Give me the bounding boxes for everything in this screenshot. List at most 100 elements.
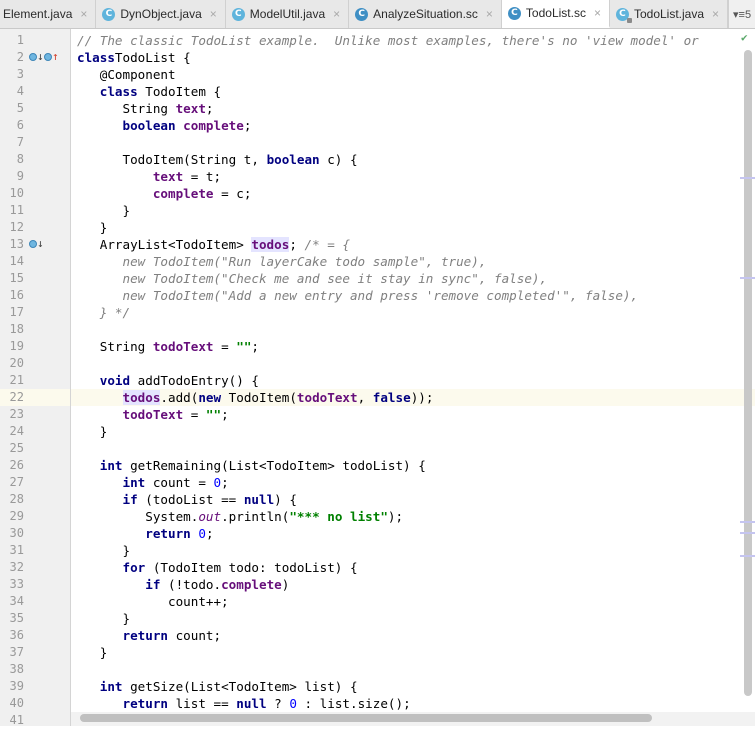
tab-element-java[interactable]: Element.java × bbox=[0, 0, 97, 28]
code-line[interactable]: new TodoItem("Run layerCake todo sample"… bbox=[77, 253, 486, 270]
line-number[interactable]: 19 bbox=[0, 338, 24, 355]
tab-dynobject-java[interactable]: C DynObject.java × bbox=[96, 0, 226, 28]
code-line[interactable]: if (todoList == null) { bbox=[77, 491, 297, 508]
line-number[interactable]: 8 bbox=[0, 151, 24, 168]
line-number[interactable]: 2 bbox=[0, 49, 24, 66]
close-icon[interactable]: × bbox=[333, 7, 340, 21]
line-number[interactable]: 25 bbox=[0, 440, 24, 457]
line-number[interactable]: 1 bbox=[0, 32, 24, 49]
vertical-scrollbar[interactable] bbox=[744, 50, 752, 696]
tab-todolist-java[interactable]: C TodoList.java × bbox=[610, 0, 729, 28]
line-number[interactable]: 35 bbox=[0, 610, 24, 627]
overridden-down-icon[interactable]: ↓ bbox=[29, 50, 44, 63]
code-line[interactable]: new TodoItem("Add a new entry and press … bbox=[77, 287, 638, 304]
line-number[interactable]: 9 bbox=[0, 168, 24, 185]
line-number[interactable]: 16 bbox=[0, 287, 24, 304]
code-line[interactable]: return count; bbox=[77, 627, 222, 644]
line-number[interactable]: 13 bbox=[0, 236, 24, 253]
error-stripe-marker[interactable] bbox=[740, 177, 755, 179]
code-line[interactable]: return 0; bbox=[77, 525, 213, 542]
code-line[interactable]: } */ bbox=[77, 304, 130, 321]
line-number[interactable]: 12 bbox=[0, 219, 24, 236]
code-line[interactable]: int count = 0; bbox=[77, 474, 229, 491]
code-line[interactable]: classTodoList { bbox=[77, 49, 191, 66]
line-number[interactable]: 32 bbox=[0, 559, 24, 576]
code-line[interactable]: } bbox=[77, 542, 130, 559]
line-number[interactable]: 39 bbox=[0, 678, 24, 695]
code-line[interactable]: } bbox=[77, 610, 130, 627]
line-number[interactable]: 5 bbox=[0, 100, 24, 117]
code-line[interactable]: complete = c; bbox=[77, 185, 252, 202]
tab-todolist-sc[interactable]: C TodoList.sc × bbox=[501, 0, 610, 28]
code-line[interactable]: String todoText = ""; bbox=[77, 338, 259, 355]
line-number[interactable]: 27 bbox=[0, 474, 24, 491]
code-line[interactable]: ArrayList<TodoItem> todos; /* = { bbox=[77, 236, 350, 253]
code-line[interactable]: @Component bbox=[77, 66, 176, 83]
tab-modelutil-java[interactable]: C ModelUtil.java × bbox=[226, 0, 350, 28]
line-number[interactable]: 38 bbox=[0, 661, 24, 678]
line-number[interactable]: 18 bbox=[0, 321, 24, 338]
line-number[interactable]: 37 bbox=[0, 644, 24, 661]
code-line[interactable]: } bbox=[77, 219, 108, 236]
line-number[interactable]: 40 bbox=[0, 695, 24, 712]
close-icon[interactable]: × bbox=[594, 6, 601, 20]
code-line[interactable]: String text; bbox=[77, 100, 213, 117]
line-number[interactable]: 20 bbox=[0, 355, 24, 372]
error-stripe-marker[interactable] bbox=[740, 532, 755, 534]
line-number[interactable]: 29 bbox=[0, 508, 24, 525]
line-number[interactable]: 17 bbox=[0, 304, 24, 321]
code-line[interactable]: void addTodoEntry() { bbox=[77, 372, 259, 389]
line-number[interactable]: 11 bbox=[0, 202, 24, 219]
line-number[interactable]: 14 bbox=[0, 253, 24, 270]
line-number[interactable]: 7 bbox=[0, 134, 24, 151]
code-line[interactable]: if (!todo.complete) bbox=[77, 576, 289, 593]
line-number[interactable]: 34 bbox=[0, 593, 24, 610]
tab-overflow-button[interactable]: ▾≡5 bbox=[728, 0, 755, 28]
line-number[interactable]: 10 bbox=[0, 185, 24, 202]
inspection-ok-check-icon[interactable]: ✔ bbox=[741, 31, 748, 44]
line-number[interactable]: 31 bbox=[0, 542, 24, 559]
code-line[interactable]: // The classic TodoList example. Unlike … bbox=[77, 32, 706, 49]
code-line[interactable]: System.out.println("*** no list"); bbox=[77, 508, 403, 525]
line-number[interactable]: 23 bbox=[0, 406, 24, 423]
line-number[interactable]: 30 bbox=[0, 525, 24, 542]
line-number[interactable]: 36 bbox=[0, 627, 24, 644]
tab-analyzesituation-sc[interactable]: C AnalyzeSituation.sc × bbox=[349, 0, 502, 28]
code-line[interactable]: } bbox=[77, 202, 130, 219]
horizontal-scrollbar[interactable] bbox=[80, 714, 652, 722]
code-line[interactable]: class TodoItem { bbox=[77, 83, 221, 100]
line-number[interactable]: 41 bbox=[0, 712, 24, 729]
code-line[interactable]: int getRemaining(List<TodoItem> todoList… bbox=[77, 457, 426, 474]
code-line[interactable]: } bbox=[77, 644, 108, 661]
code-line[interactable]: text = t; bbox=[77, 168, 221, 185]
close-icon[interactable]: × bbox=[210, 7, 217, 21]
close-icon[interactable]: × bbox=[486, 7, 493, 21]
line-number[interactable]: 24 bbox=[0, 423, 24, 440]
line-number[interactable]: 3 bbox=[0, 66, 24, 83]
line-number[interactable]: 21 bbox=[0, 372, 24, 389]
close-icon[interactable]: × bbox=[80, 7, 87, 21]
close-icon[interactable]: × bbox=[712, 7, 719, 21]
line-number[interactable]: 33 bbox=[0, 576, 24, 593]
line-number[interactable]: 4 bbox=[0, 83, 24, 100]
implements-up-icon[interactable]: ↑ bbox=[44, 50, 59, 63]
code-line[interactable]: todoText = ""; bbox=[77, 406, 229, 423]
code-line[interactable]: TodoItem(String t, boolean c) { bbox=[77, 151, 357, 168]
code-line[interactable]: boolean complete; bbox=[77, 117, 252, 134]
code-line[interactable]: count++; bbox=[77, 593, 229, 610]
code-line[interactable]: return list == null ? 0 : list.size(); bbox=[77, 695, 411, 712]
code-line[interactable]: new TodoItem("Check me and see it stay i… bbox=[77, 270, 547, 287]
code-editor[interactable]: // The classic TodoList example. Unlike … bbox=[71, 29, 755, 726]
code-line[interactable]: for (TodoItem todo: todoList) { bbox=[77, 559, 358, 576]
line-number[interactable]: 6 bbox=[0, 117, 24, 134]
error-stripe-marker[interactable] bbox=[740, 277, 755, 279]
code-line[interactable]: todos.add(new TodoItem(todoText, false))… bbox=[77, 389, 433, 406]
error-stripe-marker[interactable] bbox=[740, 521, 755, 523]
code-line[interactable]: } bbox=[77, 423, 108, 440]
overridden-down-icon[interactable]: ↓ bbox=[29, 237, 44, 250]
line-number[interactable]: 15 bbox=[0, 270, 24, 287]
line-number[interactable]: 26 bbox=[0, 457, 24, 474]
code-line[interactable]: int getSize(List<TodoItem> list) { bbox=[77, 678, 358, 695]
line-number[interactable]: 28 bbox=[0, 491, 24, 508]
line-number[interactable]: 22 bbox=[0, 389, 24, 406]
